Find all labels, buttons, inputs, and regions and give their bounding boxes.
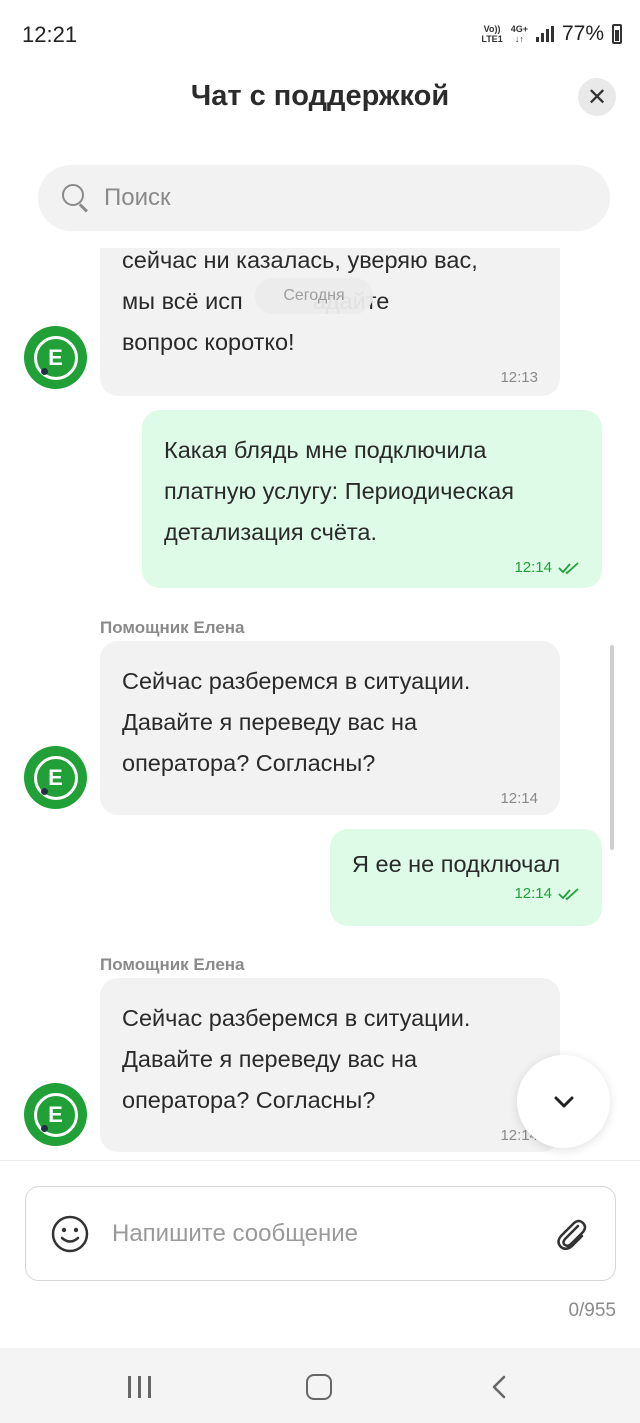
message-time: 12:14 (352, 885, 580, 902)
nav-back-icon[interactable] (490, 1374, 510, 1400)
search-bar[interactable] (38, 165, 610, 231)
close-icon: ✕ (586, 83, 608, 111)
message-time: 12:14 (500, 790, 538, 807)
scroll-to-bottom-button[interactable] (517, 1055, 610, 1148)
chevron-down-icon (554, 1096, 573, 1107)
volte-indicator: Vo)) LTE1 (481, 24, 503, 44)
search-icon (62, 184, 90, 213)
signal-icon (535, 26, 554, 42)
status-bar: 12:21 Vo)) LTE1 4G+ ↓↑ 77% (0, 0, 640, 72)
message-time: 12:13 (500, 369, 538, 386)
avatar-logo: E (33, 335, 78, 380)
status-time: 12:21 (22, 22, 78, 47)
network-indicator: 4G+ ↓↑ (510, 24, 528, 44)
message-outgoing[interactable]: Какая блядь мне подключила платную услуг… (142, 410, 602, 588)
message-incoming[interactable]: Сейчас разберемся в ситуации. Давайте я … (100, 641, 560, 815)
close-button[interactable]: ✕ (578, 78, 616, 116)
message-incoming[interactable]: Сейчас разберемся в ситуации. Давайте я … (100, 978, 560, 1152)
battery-icon (612, 24, 622, 44)
composer-divider (0, 1160, 640, 1161)
avatar-logo: E (33, 755, 78, 800)
message-time: 12:14 (164, 559, 580, 576)
date-separator: Сегодня (255, 278, 373, 314)
sender-name: Помощник Елена (100, 955, 245, 974)
message-text: Какая блядь мне подключила платную услуг… (164, 437, 514, 545)
page-title: Чат с поддержкой (190, 80, 450, 112)
avatar: E (24, 746, 87, 809)
nav-recent-icon[interactable] (128, 1376, 151, 1398)
scrollbar[interactable] (610, 645, 614, 850)
chat-header: Чат с поддержкой ✕ (0, 72, 640, 128)
nav-home-icon[interactable] (306, 1374, 332, 1400)
double-check-icon (558, 561, 579, 574)
search-input[interactable] (104, 184, 504, 212)
emoji-icon[interactable] (50, 1214, 90, 1254)
message-time: 12:14 (500, 1127, 538, 1144)
avatar: E (24, 326, 87, 389)
double-check-icon (558, 887, 579, 900)
message-text: Сейчас разберемся в ситуации. Давайте я … (122, 1005, 471, 1113)
message-outgoing[interactable]: Я ее не подключал 12:14 (330, 829, 602, 926)
message-input[interactable] (112, 1219, 551, 1248)
message-incoming[interactable]: сейчас ни казалась, уверяю вас, мы всё и… (100, 248, 560, 396)
avatar: E (24, 1083, 87, 1146)
message-composer[interactable] (25, 1186, 616, 1281)
avatar-logo: E (33, 1092, 78, 1137)
message-text: Сейчас разберемся в ситуации. Давайте я … (122, 668, 471, 776)
system-nav-bar (0, 1348, 640, 1423)
status-indicators: Vo)) LTE1 4G+ ↓↑ 77% (481, 22, 622, 46)
paperclip-icon[interactable] (551, 1214, 591, 1254)
sender-name: Помощник Елена (100, 618, 245, 637)
character-counter: 0/955 (568, 1300, 616, 1321)
message-text: Я ее не подключал (352, 851, 561, 877)
battery-percent: 77% (561, 22, 604, 45)
chat-messages[interactable]: сейчас ни казалась, уверяю вас, мы всё и… (0, 248, 640, 1158)
